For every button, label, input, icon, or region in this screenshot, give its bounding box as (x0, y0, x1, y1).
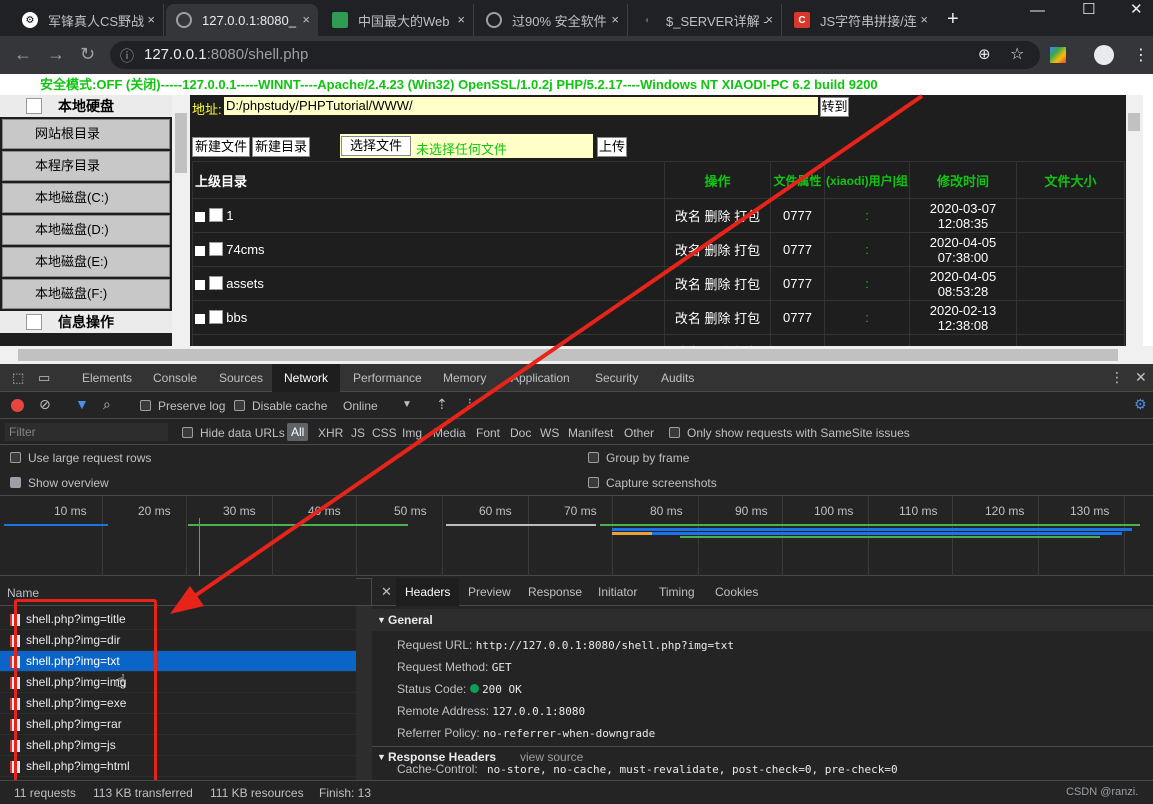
annotation-arrow (170, 94, 924, 614)
